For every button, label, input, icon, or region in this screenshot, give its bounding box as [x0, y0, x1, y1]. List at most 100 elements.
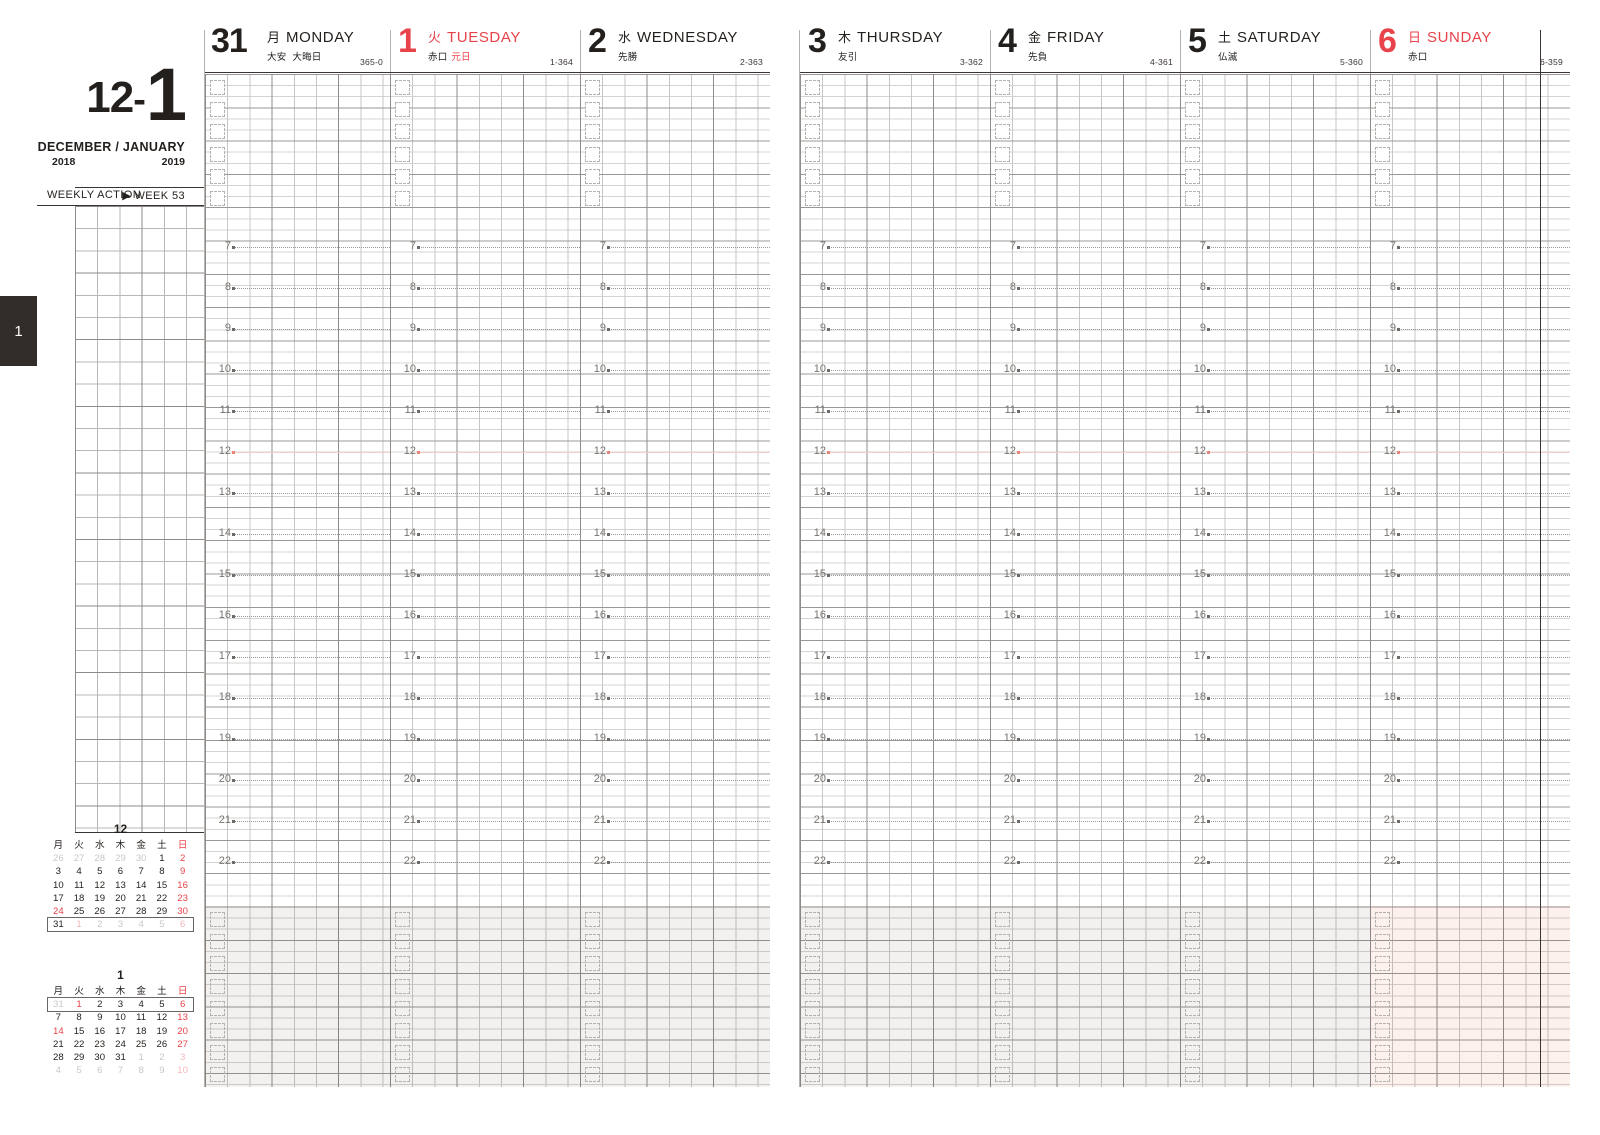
mini-calendar-day[interactable]: 7 — [110, 1064, 131, 1077]
task-checkbox[interactable] — [995, 1067, 1010, 1083]
task-checkbox[interactable] — [995, 124, 1010, 140]
task-checkbox[interactable] — [805, 1000, 820, 1016]
task-checkbox[interactable] — [1185, 80, 1200, 95]
task-checkbox[interactable] — [805, 912, 820, 927]
mini-calendar-day[interactable]: 23 — [172, 892, 193, 905]
task-checkbox[interactable] — [995, 934, 1010, 950]
task-checkbox[interactable] — [210, 80, 225, 95]
task-checkbox[interactable] — [1185, 1045, 1200, 1061]
day-notes-shaded-area[interactable] — [1180, 906, 1370, 1087]
mini-calendar-day[interactable]: 11 — [131, 1011, 152, 1024]
mini-calendar-day[interactable]: 25 — [131, 1038, 152, 1051]
task-checkbox[interactable] — [585, 191, 600, 206]
task-checkbox[interactable] — [805, 168, 820, 184]
mini-calendar-day[interactable]: 17 — [110, 1025, 131, 1038]
task-checkbox[interactable] — [210, 168, 225, 184]
task-checkbox[interactable] — [210, 978, 225, 994]
mini-calendar-day[interactable]: 11 — [69, 879, 90, 892]
task-checkbox[interactable] — [805, 934, 820, 950]
mini-calendar-day[interactable]: 20 — [110, 892, 131, 905]
mini-calendar-day[interactable]: 8 — [152, 865, 173, 878]
day-notes-shaded-area[interactable] — [580, 906, 770, 1087]
task-checkbox[interactable] — [995, 1000, 1010, 1016]
mini-calendar-day[interactable]: 13 — [110, 879, 131, 892]
task-checkbox[interactable] — [805, 102, 820, 118]
mini-calendar-day[interactable]: 9 — [89, 1011, 110, 1024]
task-checkbox[interactable] — [210, 912, 225, 927]
mini-calendar-day[interactable]: 14 — [131, 879, 152, 892]
mini-calendar-day[interactable]: 1 — [152, 852, 173, 865]
task-checkbox[interactable] — [1375, 978, 1390, 994]
mini-calendar-day[interactable]: 10 — [172, 1064, 193, 1077]
task-checkbox[interactable] — [1375, 80, 1390, 95]
mini-calendar-day[interactable]: 16 — [172, 879, 193, 892]
task-checkbox[interactable] — [1185, 912, 1200, 927]
mini-calendar-day[interactable]: 1 — [131, 1051, 152, 1064]
mini-calendar-day[interactable]: 1 — [69, 998, 90, 1011]
mini-calendar-day[interactable]: 2 — [89, 918, 110, 931]
task-checkbox[interactable] — [585, 956, 600, 972]
mini-calendar-day[interactable]: 5 — [69, 1064, 90, 1077]
task-checkbox[interactable] — [995, 978, 1010, 994]
task-checkbox[interactable] — [395, 978, 410, 994]
mini-calendar-day[interactable]: 27 — [110, 905, 131, 918]
task-checkbox[interactable] — [395, 80, 410, 95]
task-checkbox[interactable] — [1375, 1067, 1390, 1083]
task-checkbox[interactable] — [805, 956, 820, 972]
task-checkbox[interactable] — [210, 146, 225, 162]
mini-calendar-day[interactable]: 4 — [69, 865, 90, 878]
mini-calendar-day[interactable]: 3 — [172, 1051, 193, 1064]
mini-calendar-day[interactable]: 15 — [69, 1025, 90, 1038]
task-checkbox[interactable] — [1375, 1000, 1390, 1016]
mini-calendar-day[interactable]: 2 — [172, 852, 193, 865]
mini-calendar-day[interactable]: 29 — [152, 905, 173, 918]
mini-calendar-day[interactable]: 18 — [69, 892, 90, 905]
mini-calendar-12[interactable]: 12 月火水木金土日 26 27 28 29 30 1 2 3 4 5 6 7 8 9 10 11 12 13 14 15… — [47, 822, 194, 933]
mini-calendar-day[interactable]: 3 — [48, 865, 69, 878]
task-checkbox[interactable] — [995, 1023, 1010, 1038]
mini-calendar-day[interactable]: 22 — [152, 892, 173, 905]
task-checkbox[interactable] — [805, 1045, 820, 1061]
mini-calendar-day[interactable]: 6 — [89, 1064, 110, 1077]
task-checkbox[interactable] — [585, 1045, 600, 1061]
task-checkbox[interactable] — [1185, 124, 1200, 140]
task-checkbox[interactable] — [585, 1023, 600, 1038]
task-checkbox[interactable] — [395, 1045, 410, 1061]
mini-calendar-day[interactable]: 26 — [152, 1038, 173, 1051]
mini-calendar-day[interactable]: 4 — [131, 918, 152, 931]
task-checkbox[interactable] — [1185, 1000, 1200, 1016]
task-checkbox[interactable] — [1375, 934, 1390, 950]
task-checkbox[interactable] — [585, 168, 600, 184]
task-checkbox[interactable] — [1185, 956, 1200, 972]
mini-calendar-day[interactable]: 3 — [110, 998, 131, 1011]
mini-calendar-day[interactable]: 22 — [69, 1038, 90, 1051]
task-checkbox[interactable] — [585, 80, 600, 95]
task-checkbox[interactable] — [995, 80, 1010, 95]
mini-calendar-1[interactable]: 1 月火水木金土日 31 1 2 3 4 5 6 7 8 9 10 11 12 13 14 15 16 17 18 19 2… — [47, 968, 194, 1077]
mini-calendar-day[interactable]: 28 — [131, 905, 152, 918]
mini-calendar-day[interactable]: 4 — [48, 1064, 69, 1077]
mini-calendar-day[interactable]: 24 — [48, 905, 69, 918]
task-checkbox[interactable] — [395, 168, 410, 184]
day-notes-shaded-area[interactable] — [390, 906, 580, 1087]
task-checkbox[interactable] — [585, 124, 600, 140]
mini-calendar-day[interactable]: 31 — [48, 918, 69, 931]
mini-calendar-day[interactable]: 10 — [110, 1011, 131, 1024]
month-index-tab[interactable]: 1 — [0, 296, 37, 366]
task-checkbox[interactable] — [395, 191, 410, 206]
task-checkbox[interactable] — [210, 1045, 225, 1061]
task-checkbox[interactable] — [585, 1000, 600, 1016]
mini-calendar-day[interactable]: 25 — [69, 905, 90, 918]
task-checkbox[interactable] — [585, 146, 600, 162]
task-checkbox[interactable] — [805, 124, 820, 140]
task-checkbox[interactable] — [210, 1067, 225, 1083]
mini-calendar-day[interactable]: 26 — [89, 905, 110, 918]
task-checkbox[interactable] — [585, 1067, 600, 1083]
task-checkbox[interactable] — [805, 191, 820, 206]
mini-calendar-day[interactable]: 23 — [89, 1038, 110, 1051]
mini-calendar-day[interactable]: 8 — [131, 1064, 152, 1077]
task-checkbox[interactable] — [395, 1023, 410, 1038]
mini-calendar-day[interactable]: 31 — [110, 1051, 131, 1064]
task-checkbox[interactable] — [1185, 191, 1200, 206]
mini-calendar-day[interactable]: 3 — [110, 918, 131, 931]
